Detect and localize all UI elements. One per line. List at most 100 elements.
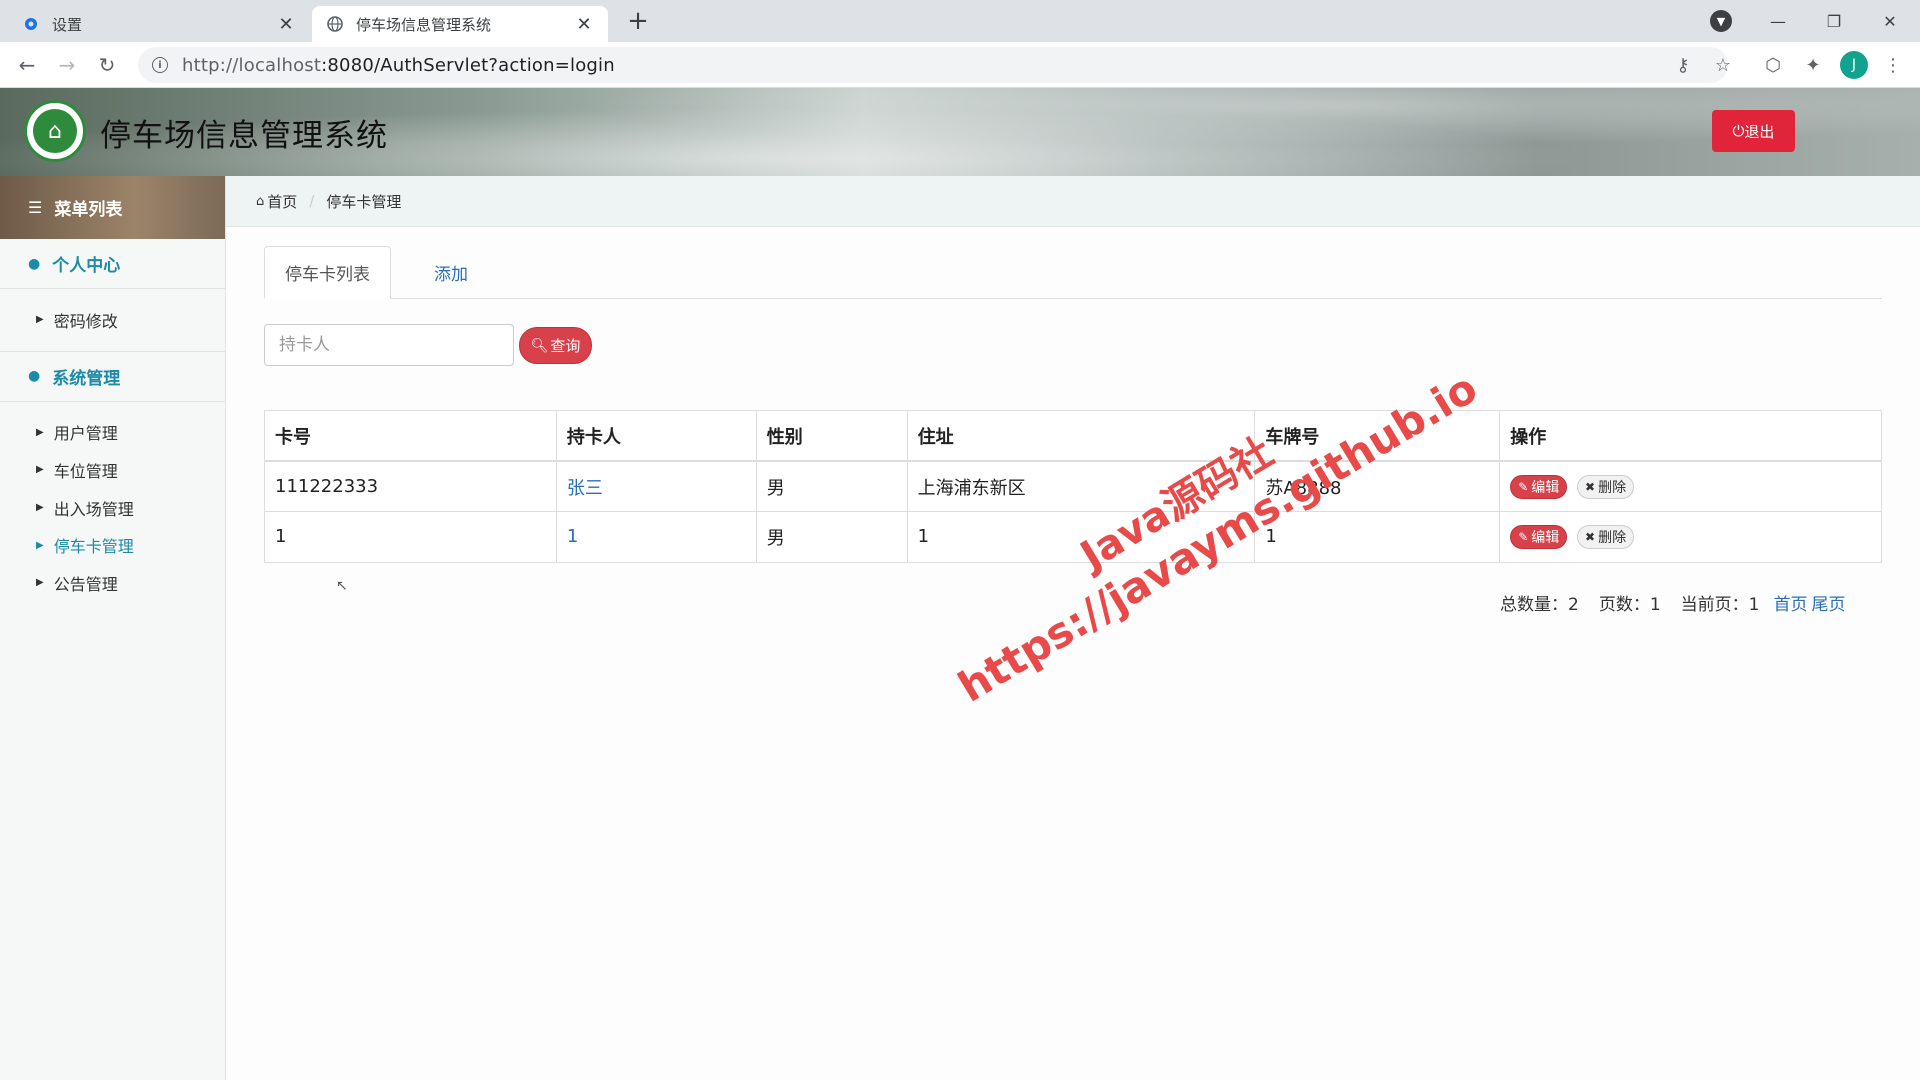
table-header-row: 卡号 持卡人 性别 住址 车牌号 操作: [264, 410, 1882, 462]
minimize-icon[interactable]: —: [1750, 0, 1806, 42]
caret-right-icon: ▶: [36, 539, 44, 551]
sidebar-heading: ☰ 菜单列表: [0, 176, 225, 239]
holder-search-input[interactable]: [264, 324, 514, 366]
power-icon: ⏻: [1732, 122, 1745, 140]
home-icon: ⌂: [256, 193, 265, 209]
pager-first-link[interactable]: 首页: [1773, 590, 1807, 615]
sidebar-item-label: 密码修改: [53, 311, 118, 331]
caret-right-icon: ▶: [36, 577, 44, 589]
sidebar-item-parking-cards[interactable]: ▶ 停车卡管理: [0, 526, 225, 564]
gear-icon: [22, 15, 40, 33]
column-header-card: 卡号: [264, 410, 557, 462]
column-header-actions: 操作: [1499, 410, 1882, 462]
back-arrow-icon[interactable]: ←: [12, 50, 42, 80]
breadcrumb-separator: /: [309, 192, 315, 210]
tab-title: 停车场信息管理系统: [356, 15, 492, 34]
close-icon[interactable]: ✕: [574, 14, 594, 35]
browser-toolbar: ← → ↻ i http://localhost:8080/AuthServle…: [0, 42, 1920, 88]
sidebar-item-entry-exit[interactable]: ▶ 出入场管理: [0, 489, 225, 527]
restore-icon[interactable]: ❐: [1806, 0, 1862, 42]
list-icon: ☰: [28, 198, 43, 217]
reload-icon[interactable]: ↻: [92, 50, 122, 80]
edit-button[interactable]: ✎ 编辑: [1510, 524, 1568, 549]
pager-current: 当前页：1: [1680, 594, 1760, 615]
star-icon[interactable]: ☆: [1708, 50, 1738, 80]
cell-holder-link[interactable]: 张三: [555, 460, 757, 512]
breadcrumb: ⌂ 首页 / 停车卡管理: [226, 176, 1920, 227]
delete-button[interactable]: ✖ 删除: [1577, 524, 1635, 549]
app-header: ⌂ 停车场信息管理系统 ⏻ 退出: [0, 88, 1920, 176]
url-path: :8080/AuthServlet?action=login: [321, 54, 615, 76]
sidebar-item-users[interactable]: ▶ 用户管理: [0, 414, 225, 452]
search-button[interactable]: 🔍︎ 查询: [519, 327, 592, 364]
tab-search-icon[interactable]: ▼: [1710, 10, 1732, 32]
sidebar-section-system[interactable]: ● 系统管理: [0, 352, 225, 402]
browser-tab-app[interactable]: 停车场信息管理系统 ✕: [312, 6, 608, 42]
browser-tab-settings[interactable]: 设置 ✕: [8, 6, 310, 42]
delete-button[interactable]: ✖ 删除: [1577, 474, 1635, 499]
mouse-cursor-icon: ↖: [336, 578, 348, 594]
sidebar-item-password[interactable]: ▶ 密码修改: [0, 301, 225, 339]
sidebar: ☰ 菜单列表 ● 个人中心 ▶ 密码修改 ● 系统管理 ▶ 用户管理 ▶ 车位管…: [0, 176, 226, 1080]
sidebar-item-spaces[interactable]: ▶ 车位管理: [0, 451, 225, 489]
extension-hex-icon[interactable]: ⬡: [1758, 50, 1788, 80]
content-tabs: 停车卡列表 添加: [264, 246, 1882, 299]
browser-tab-bar: 设置 ✕ 停车场信息管理系统 ✕ + ▼ — ❐ ✕: [0, 0, 1920, 42]
window-close-icon[interactable]: ✕: [1862, 0, 1918, 42]
address-bar[interactable]: i http://localhost:8080/AuthServlet?acti…: [138, 47, 1728, 83]
kebab-menu-icon[interactable]: ⋮: [1878, 50, 1908, 80]
avatar[interactable]: J: [1840, 51, 1868, 79]
pager-pages: 页数：1: [1598, 594, 1661, 615]
delete-label: 删除: [1598, 529, 1627, 546]
sidebar-item-label: 车位管理: [53, 461, 118, 481]
edit-button[interactable]: ✎ 编辑: [1510, 474, 1568, 499]
puzzle-icon[interactable]: ✦: [1798, 50, 1828, 80]
info-icon[interactable]: i: [152, 57, 168, 73]
tab-add[interactable]: 添加: [414, 246, 488, 299]
search-button-label: 查询: [550, 337, 581, 355]
sidebar-section-personal[interactable]: ● 个人中心: [0, 239, 225, 289]
new-tab-button[interactable]: +: [622, 6, 654, 38]
key-icon[interactable]: ⚷: [1668, 50, 1698, 80]
cell-card: 1: [264, 511, 557, 563]
cell-actions: ✎ 编辑 ✖ 删除: [1499, 511, 1882, 563]
forward-arrow-icon[interactable]: →: [52, 50, 82, 80]
sidebar-item-label: 用户管理: [53, 424, 118, 444]
logout-button[interactable]: ⏻ 退出: [1712, 110, 1795, 152]
sidebar-section-label: 个人中心: [52, 256, 121, 276]
url-text: http://localhost:8080/AuthServlet?action…: [182, 55, 615, 76]
app-title: 停车场信息管理系统: [100, 118, 388, 154]
search-icon: 🔍︎: [530, 337, 549, 354]
pager-last-link[interactable]: 尾页: [1811, 590, 1845, 615]
tab-title: 设置: [52, 15, 83, 34]
pager-total: 总数量：2: [1500, 594, 1579, 615]
cell-card: 111222333: [264, 460, 557, 512]
tab-card-list[interactable]: 停车卡列表: [264, 246, 391, 299]
sidebar-group-personal: ▶ 密码修改: [0, 289, 225, 352]
close-icon: ✖: [1585, 529, 1596, 544]
sidebar-item-label: 出入场管理: [53, 499, 134, 519]
table-row: 111222333 张三 男 上海浦东新区 苏A8888 ✎ 编辑 ✖ 删除: [264, 460, 1882, 512]
delete-label: 删除: [1598, 479, 1627, 496]
sidebar-group-system: ▶ 用户管理 ▶ 车位管理 ▶ 出入场管理 ▶ 停车卡管理 ▶ 公告管理: [0, 402, 225, 614]
cell-actions: ✎ 编辑 ✖ 删除: [1499, 460, 1882, 512]
sidebar-item-label: 公告管理: [53, 574, 118, 594]
edit-label: 编辑: [1531, 479, 1560, 496]
cell-holder-link[interactable]: 1: [555, 511, 757, 563]
logout-label: 退出: [1744, 122, 1775, 141]
cell-gender: 男: [755, 511, 908, 563]
user-icon: ●: [28, 255, 41, 272]
breadcrumb-home[interactable]: 首页: [267, 191, 297, 212]
sidebar-section-label: 系统管理: [52, 368, 121, 389]
house-icon: ⌂: [33, 109, 77, 153]
caret-right-icon: ▶: [36, 314, 44, 326]
edit-label: 编辑: [1531, 529, 1560, 546]
sidebar-item-notices[interactable]: ▶ 公告管理: [0, 564, 225, 602]
breadcrumb-current: 停车卡管理: [326, 192, 402, 211]
globe-icon: [326, 15, 344, 33]
close-icon[interactable]: ✕: [276, 14, 296, 35]
column-header-gender: 性别: [755, 410, 908, 462]
caret-right-icon: ▶: [36, 502, 44, 514]
sidebar-item-label: 停车卡管理: [53, 537, 134, 557]
caret-right-icon: ▶: [36, 464, 44, 476]
